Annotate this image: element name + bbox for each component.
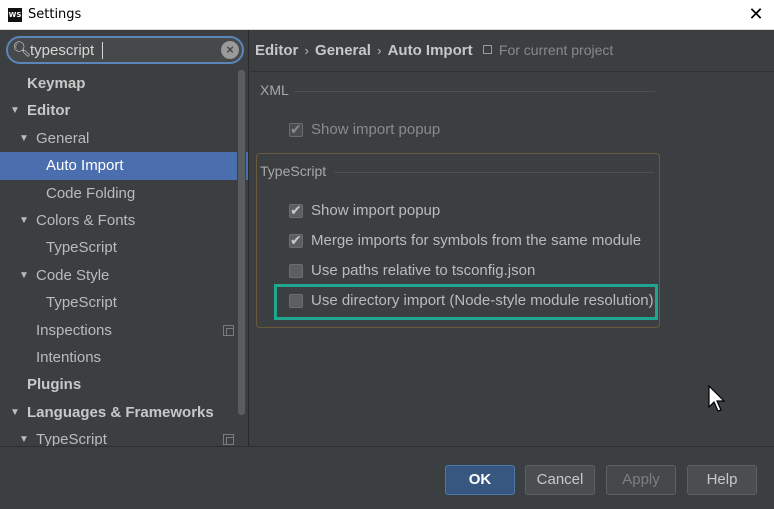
breadcrumb-editor: Editor — [255, 42, 299, 59]
annotation-highlight-box — [274, 284, 658, 320]
sidebar-item-inspections[interactable]: Inspections — [0, 317, 236, 344]
settings-tree: Keymap ▼ Editor ▼ General Auto Import Code Fol… — [0, 70, 248, 446]
sidebar-item-label: TypeScript — [46, 294, 117, 312]
settings-search-input[interactable] — [30, 40, 220, 60]
help-button[interactable]: Help — [687, 465, 757, 495]
search-icon[interactable]: 🔍︎ — [12, 39, 32, 61]
sidebar-item-label: Languages & Frameworks — [27, 403, 214, 421]
sidebar-item-general[interactable]: ▼ General — [0, 125, 236, 152]
sidebar-item-label: Inspections — [36, 321, 112, 339]
sidebar-item-plugins[interactable]: Plugins — [0, 371, 236, 398]
xml-section-title: XML — [260, 82, 289, 98]
sidebar-item-label: Code Style — [36, 266, 110, 284]
settings-content: Editor › General › Auto Import For curre… — [250, 30, 774, 446]
header-divider — [250, 71, 774, 72]
settings-search-box[interactable]: 🔍︎ × — [6, 36, 244, 64]
sidebar-item-typescript[interactable]: TypeScript — [0, 289, 236, 316]
expand-arrow-icon[interactable]: ▼ — [19, 125, 29, 152]
sidebar-item-label: Keymap — [27, 75, 86, 92]
sidebar-item-label: Code Folding — [46, 184, 136, 202]
sidebar-item-label: Intentions — [36, 348, 102, 366]
breadcrumb-separator: › — [304, 43, 309, 58]
checkbox-label: Use paths relative to tsconfig.json — [311, 262, 536, 279]
xml-section-divider — [295, 91, 655, 92]
sidebar-item-code-folding[interactable]: Code Folding — [0, 180, 236, 207]
sidebar-scrollbar-thumb[interactable] — [238, 70, 245, 415]
sidebar-item-colors-fonts[interactable]: ▼ Colors & Fonts — [0, 207, 236, 234]
sidebar-item-label: Editor — [27, 102, 71, 120]
project-scope-icon — [223, 434, 234, 446]
typescript-section-divider — [334, 172, 654, 173]
sidebar-item-typescript[interactable]: TypeScript — [0, 234, 236, 261]
expand-arrow-icon[interactable]: ▼ — [19, 207, 29, 234]
mouse-cursor-icon — [708, 385, 726, 412]
project-scope-icon — [223, 324, 234, 336]
checkbox-label: Show import popup — [311, 202, 441, 219]
sidebar-item-code-style[interactable]: ▼ Code Style — [0, 262, 236, 289]
breadcrumb-auto-import: Auto Import — [387, 42, 473, 59]
text-caret — [102, 42, 103, 59]
sidebar-item-intentions[interactable]: Intentions — [0, 344, 236, 371]
sidebar-scrollbar[interactable] — [237, 70, 246, 446]
sidebar-item-languages-frameworks[interactable]: ▼ Languages & Frameworks — [0, 399, 236, 426]
ok-button[interactable]: OK — [445, 465, 515, 495]
typescript-section-title: TypeScript — [260, 163, 327, 179]
sidebar-item-typescript[interactable]: ▼ TypeScript — [0, 426, 236, 446]
settings-dialog: 🔍︎ × Keymap ▼ Editor ▼ General Auto Import Cod… — [0, 30, 774, 509]
checkbox-box[interactable] — [289, 264, 303, 278]
window-title-bar: WS Settings ✕ — [0, 0, 774, 30]
sidebar-item-auto-import[interactable]: Auto Import — [0, 152, 248, 180]
breadcrumb-separator: › — [377, 43, 382, 58]
breadcrumb-scope: For current project — [498, 42, 614, 58]
sidebar-item-label: Plugins — [27, 376, 82, 394]
checkbox-label: Show import popup — [311, 121, 441, 138]
window-title: Settings — [28, 7, 82, 22]
checkbox-label: Merge imports for symbols from the same … — [311, 232, 642, 249]
apply-button[interactable]: Apply — [606, 465, 676, 495]
expand-arrow-icon[interactable]: ▼ — [19, 262, 29, 289]
checkbox-box[interactable] — [289, 230, 303, 252]
expand-arrow-icon[interactable]: ▼ — [10, 399, 20, 426]
sidebar-item-label: TypeScript — [36, 431, 107, 446]
checkbox-box[interactable] — [289, 200, 303, 222]
expand-arrow-icon[interactable]: ▼ — [19, 426, 29, 446]
breadcrumb: Editor › General › Auto Import For curre… — [255, 42, 613, 62]
settings-sidebar: 🔍︎ × Keymap ▼ Editor ▼ General Auto Import Cod… — [0, 30, 249, 446]
sidebar-item-label: Colors & Fonts — [36, 211, 136, 229]
expand-arrow-icon[interactable]: ▼ — [10, 97, 20, 124]
webstorm-app-icon: WS — [8, 8, 22, 22]
sidebar-item-keymap[interactable]: Keymap — [0, 70, 236, 97]
sidebar-item-label: Auto Import — [46, 157, 124, 175]
checkbox-box[interactable] — [289, 119, 303, 141]
cancel-button[interactable]: Cancel — [525, 465, 595, 495]
close-icon[interactable]: ✕ — [746, 5, 766, 25]
project-scope-icon — [482, 45, 492, 54]
clear-icon[interactable]: × — [221, 41, 239, 59]
sidebar-item-editor[interactable]: ▼ Editor — [0, 97, 236, 124]
dialog-button-bar: OK Cancel Apply Help — [0, 446, 774, 509]
breadcrumb-general: General — [315, 42, 371, 59]
sidebar-item-label: TypeScript — [46, 239, 117, 257]
sidebar-item-label: General — [36, 129, 90, 147]
